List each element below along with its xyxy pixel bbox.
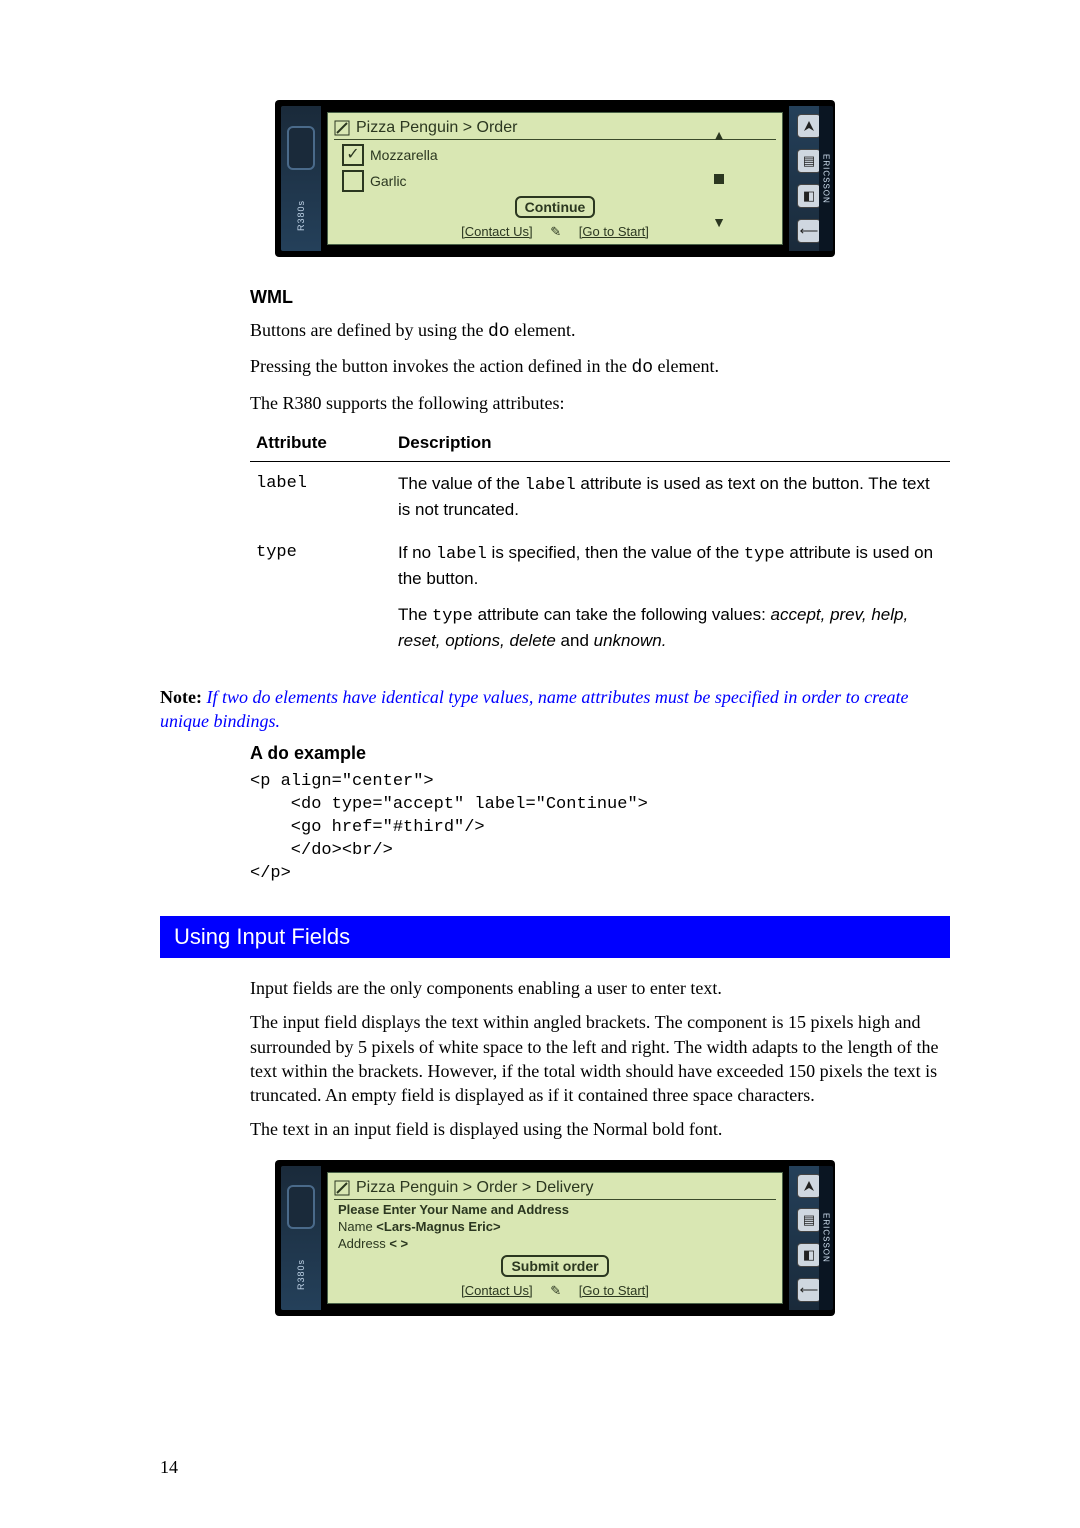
pen-icon: ✎ bbox=[550, 224, 561, 239]
hard-button-menu[interactable]: ▤ bbox=[797, 149, 821, 173]
scroll-down-icon[interactable]: ▼ bbox=[712, 214, 726, 230]
paragraph: The input field displays the text within… bbox=[250, 1010, 950, 1107]
pencil-icon bbox=[334, 120, 350, 136]
paragraph: The text in an input field is displayed … bbox=[250, 1117, 950, 1141]
checkbox-label: Garlic bbox=[370, 173, 407, 189]
name-label: Name bbox=[338, 1219, 376, 1234]
paragraph: Buttons are defined by using the do elem… bbox=[250, 318, 950, 344]
stylus-slot bbox=[287, 1185, 315, 1229]
brand-label: ERICSSON bbox=[819, 106, 833, 251]
attr-desc: If no label is specified, then the value… bbox=[392, 531, 950, 662]
scroll-up-icon[interactable]: ▲ bbox=[712, 127, 726, 143]
table-header-description: Description bbox=[392, 425, 950, 462]
pen-icon: ✎ bbox=[550, 1283, 561, 1298]
name-field-row: Name <Lars-Magnus Eric> bbox=[338, 1219, 776, 1234]
go-to-start-link[interactable]: [Go to Start] bbox=[579, 224, 649, 239]
checkbox-checked-icon[interactable]: ✓ bbox=[342, 144, 364, 166]
attr-name: type bbox=[250, 531, 392, 662]
submit-order-button[interactable]: Submit order bbox=[501, 1255, 608, 1277]
screen-breadcrumb: Pizza Penguin > Order ▲ ▼ bbox=[334, 119, 776, 140]
hard-button-up[interactable] bbox=[797, 1174, 821, 1198]
continue-button[interactable]: Continue bbox=[515, 196, 596, 218]
brand-label: ERICSSON bbox=[819, 1166, 833, 1310]
hard-button-back[interactable]: ⟵ bbox=[797, 1278, 821, 1302]
device-left-bezel: R380s bbox=[281, 106, 321, 251]
stylus-slot bbox=[287, 126, 315, 170]
address-label: Address bbox=[338, 1236, 389, 1251]
name-input[interactable]: <Lars-Magnus Eric> bbox=[376, 1219, 500, 1234]
device-screen: Pizza Penguin > Order > Delivery Please … bbox=[327, 1172, 783, 1304]
go-to-start-link[interactable]: [Go to Start] bbox=[579, 1283, 649, 1298]
table-row: type If no label is specified, then the … bbox=[250, 531, 950, 662]
contact-us-link[interactable]: [Contact Us] bbox=[461, 1283, 533, 1298]
paragraph: Pressing the button invokes the action d… bbox=[250, 354, 950, 380]
device-right-bezel: ▤ ◧ ⟵ ERICSSON bbox=[789, 1166, 829, 1310]
table-header-attribute: Attribute bbox=[250, 425, 392, 462]
address-field-row: Address < > bbox=[338, 1236, 776, 1251]
hard-button-back[interactable]: ⟵ bbox=[797, 219, 821, 243]
device-right-bezel: ▤ ◧ ⟵ ERICSSON bbox=[789, 106, 829, 251]
model-label: R380s bbox=[296, 1259, 306, 1290]
device-screen: Pizza Penguin > Order ▲ ▼ ✓ Mozzarella G… bbox=[327, 112, 783, 245]
heading-wml: WML bbox=[250, 287, 950, 308]
prompt-text: Please Enter Your Name and Address bbox=[338, 1202, 776, 1217]
table-row: label The value of the label attribute i… bbox=[250, 461, 950, 531]
device-screenshot-delivery: R380s Pizza Penguin > Order > Delivery P… bbox=[275, 1160, 835, 1316]
paragraph: The R380 supports the following attribut… bbox=[250, 391, 950, 415]
note-label: Note: bbox=[160, 687, 202, 707]
note-paragraph: Note: If two do elements have identical … bbox=[160, 685, 950, 734]
paragraph: Input fields are the only components ena… bbox=[250, 976, 950, 1000]
code-block: <p align="center"> <do type="accept" lab… bbox=[250, 771, 950, 886]
checkbox-unchecked-icon[interactable] bbox=[342, 170, 364, 192]
pencil-icon bbox=[334, 1180, 350, 1196]
attribute-table: Attribute Description label The value of… bbox=[250, 425, 950, 663]
section-bar-input-fields: Using Input Fields bbox=[160, 916, 950, 958]
scrollbar[interactable]: ▲ ▼ bbox=[710, 127, 728, 230]
hard-button-bookmark[interactable]: ◧ bbox=[797, 184, 821, 208]
hard-button-menu[interactable]: ▤ bbox=[797, 1208, 821, 1232]
attr-desc: The value of the label attribute is used… bbox=[392, 461, 950, 531]
note-text: If two do elements have identical type v… bbox=[160, 687, 908, 731]
device-screenshot-order: R380s Pizza Penguin > Order ▲ ▼ ✓ Mozzar… bbox=[275, 100, 835, 257]
page-number: 14 bbox=[160, 1457, 178, 1478]
model-label: R380s bbox=[296, 200, 306, 231]
screen-title: Pizza Penguin > Order bbox=[356, 119, 517, 137]
screen-breadcrumb: Pizza Penguin > Order > Delivery bbox=[334, 1179, 776, 1200]
hard-button-bookmark[interactable]: ◧ bbox=[797, 1243, 821, 1267]
scroll-thumb[interactable] bbox=[714, 174, 724, 184]
hard-button-up[interactable] bbox=[797, 114, 821, 138]
checkbox-label: Mozzarella bbox=[370, 147, 438, 163]
attr-name: label bbox=[250, 461, 392, 531]
device-left-bezel: R380s bbox=[281, 1166, 321, 1310]
example-heading: A do example bbox=[250, 743, 950, 765]
contact-us-link[interactable]: [Contact Us] bbox=[461, 224, 533, 239]
address-input[interactable]: < > bbox=[389, 1236, 408, 1251]
screen-title: Pizza Penguin > Order > Delivery bbox=[356, 1179, 593, 1197]
